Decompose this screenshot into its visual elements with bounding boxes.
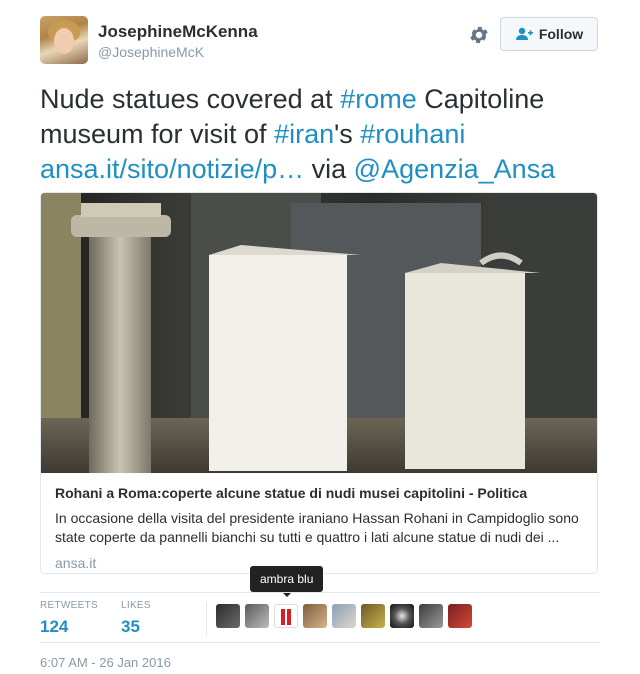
add-user-icon bbox=[515, 27, 533, 40]
tweet-timestamp[interactable]: 6:07 AM - 26 Jan 2016 bbox=[40, 655, 171, 670]
card-image[interactable] bbox=[41, 193, 598, 473]
liker-avatar[interactable] bbox=[245, 604, 269, 628]
retweets-count[interactable]: 124 bbox=[40, 617, 98, 637]
retweets-stat[interactable]: RETWEETS 124 bbox=[40, 600, 98, 637]
liker-avatar[interactable] bbox=[419, 604, 443, 628]
url-link[interactable]: ansa.it/sito/notizie/p… bbox=[40, 154, 304, 184]
likers-avatars bbox=[216, 604, 472, 628]
liker-tooltip: ambra blu bbox=[250, 566, 324, 597]
liker-avatar[interactable] bbox=[274, 604, 298, 628]
link-preview-card[interactable]: Rohani a Roma:coperte alcune statue di n… bbox=[40, 192, 598, 574]
liker-avatar[interactable] bbox=[390, 604, 414, 628]
follow-label: Follow bbox=[538, 26, 584, 42]
liker-avatar[interactable] bbox=[216, 604, 240, 628]
card-description: In occasione della visita del presidente… bbox=[55, 510, 579, 545]
likes-stat[interactable]: LIKES 35 bbox=[121, 600, 151, 637]
card-body: Rohani a Roma:coperte alcune statue di n… bbox=[55, 485, 585, 571]
card-title[interactable]: Rohani a Roma:coperte alcune statue di n… bbox=[55, 485, 585, 501]
likes-label: LIKES bbox=[121, 600, 151, 611]
mention-link[interactable]: @Agenzia_Ansa bbox=[354, 154, 556, 184]
tweet-text: Nude statues covered at #rome Capitoline… bbox=[40, 82, 610, 187]
user-handle[interactable]: @JosephineMcK bbox=[98, 44, 204, 60]
liker-avatar[interactable] bbox=[448, 604, 472, 628]
stats-separator bbox=[206, 602, 207, 636]
hashtag-link[interactable]: #rome bbox=[340, 84, 417, 114]
tweet-header: JosephineMcKenna @JosephineMcK Follow bbox=[40, 16, 600, 66]
hashtag-link[interactable]: #rouhani bbox=[360, 119, 465, 149]
divider bbox=[40, 592, 600, 593]
liker-avatar[interactable] bbox=[303, 604, 327, 628]
tooltip-text: ambra blu bbox=[260, 572, 314, 586]
tweet-text-part: Nude statues covered at bbox=[40, 84, 341, 114]
follow-button[interactable]: Follow bbox=[500, 17, 598, 51]
divider bbox=[40, 642, 600, 643]
tweet-text-part: 's bbox=[334, 119, 361, 149]
gear-icon[interactable] bbox=[468, 24, 490, 46]
hashtag-link[interactable]: #iran bbox=[274, 119, 334, 149]
tweet-text-part: via bbox=[304, 154, 354, 184]
liker-avatar[interactable] bbox=[361, 604, 385, 628]
retweets-label: RETWEETS bbox=[40, 600, 98, 611]
likes-count[interactable]: 35 bbox=[121, 617, 151, 637]
user-display-name[interactable]: JosephineMcKenna bbox=[98, 22, 258, 42]
liker-avatar[interactable] bbox=[332, 604, 356, 628]
user-avatar[interactable] bbox=[40, 16, 88, 64]
